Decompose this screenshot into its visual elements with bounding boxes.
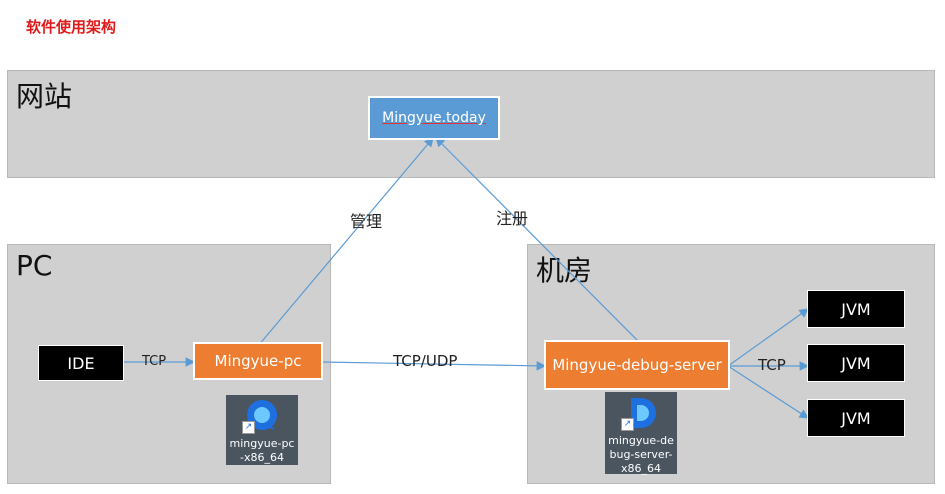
shortcut-arrow-icon: ↗ (621, 418, 634, 431)
server-app-label-3: x86_64 (620, 462, 661, 475)
edge-label-server-site: 注册 (496, 209, 529, 228)
jvm-node-2: JVM (807, 344, 905, 382)
ide-node: IDE (38, 345, 124, 381)
server-app-shortcut[interactable]: ↗ mingyue-de bug-server- x86_64 (605, 392, 677, 475)
pc-client-node-label: Mingyue-pc (214, 352, 302, 370)
site-node-label: Mingyue.today (382, 110, 486, 126)
jvm-node-3-label: JVM (841, 408, 871, 428)
site-node: Mingyue.today (368, 96, 500, 140)
edge-label-server-jvm: TCP (758, 356, 786, 374)
server-app-label-2: bug-server- (609, 448, 673, 461)
pc-app-label-1: mingyue-pc (229, 437, 295, 450)
connector-layer (123, 137, 810, 419)
jvm-node-1-label: JVM (841, 299, 871, 319)
edge-label-pc-site: 管理 (350, 212, 383, 231)
mingyue-q-icon: ↗ (242, 398, 282, 434)
server-app-label-1: mingyue-de (608, 434, 674, 447)
jvm-node-1: JVM (807, 290, 905, 328)
edge-label-pc-server: TCP/UDP (393, 352, 458, 370)
edge-pc-site (257, 137, 434, 347)
mingyue-d-icon: ↗ (621, 395, 661, 431)
edge-label-ide-pc: TCP (142, 354, 167, 369)
jvm-node-2-label: JVM (841, 353, 871, 373)
edge-server-site (435, 137, 639, 342)
pc-app-shortcut[interactable]: ↗ mingyue-pc -x86_64 (226, 395, 298, 465)
pc-client-node: Mingyue-pc (193, 342, 323, 380)
shortcut-arrow-icon: ↗ (242, 421, 255, 434)
debug-server-node-label: Mingyue-debug-server (552, 356, 722, 374)
jvm-node-3: JVM (807, 399, 905, 437)
ide-node-label: IDE (67, 353, 95, 373)
debug-server-node: Mingyue-debug-server (544, 340, 730, 390)
pc-app-label-2: -x86_64 (240, 451, 284, 464)
